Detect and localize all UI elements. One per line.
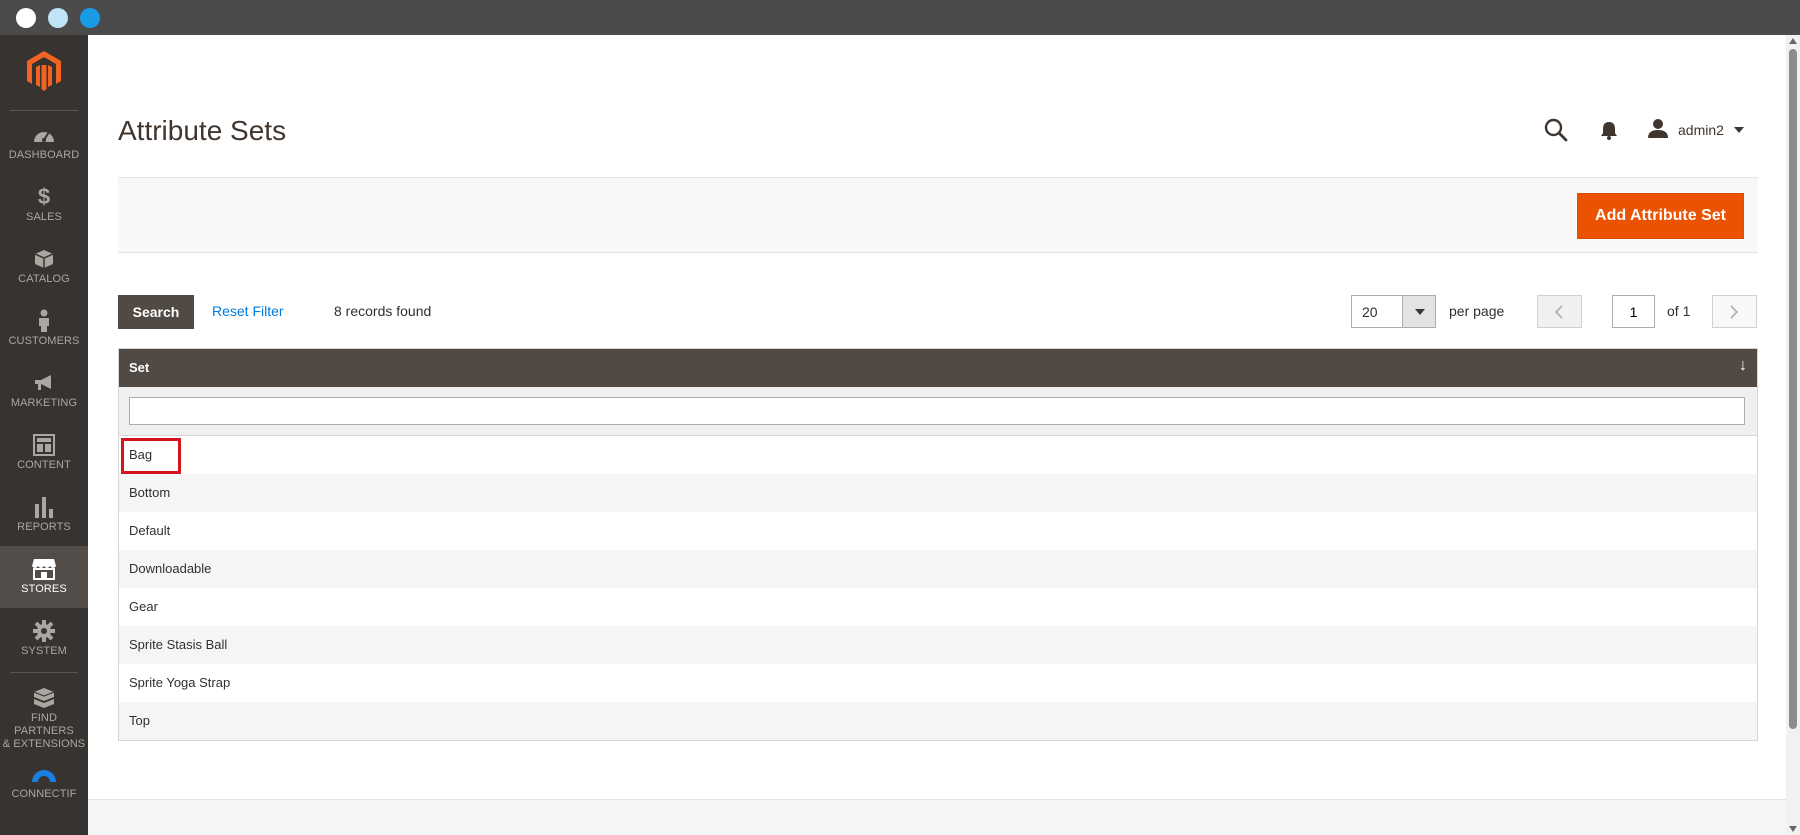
main-content: Attribute Sets admin2 Add Attribute Set … <box>88 35 1786 835</box>
reset-filter-link[interactable]: Reset Filter <box>212 303 284 319</box>
admin-sidebar: DASHBOARD $ SALES CATALOG CUSTOMERS MARK… <box>0 35 88 835</box>
window-minimize-button[interactable] <box>48 8 68 28</box>
records-count: 8 records found <box>334 303 432 319</box>
search-icon[interactable] <box>1543 117 1569 143</box>
megaphone-icon <box>0 371 88 395</box>
total-pages: of 1 <box>1667 303 1691 319</box>
set-name: Bottom <box>129 485 171 500</box>
sidebar-item-reports[interactable]: REPORTS <box>0 484 88 546</box>
sidebar-item-find-partners[interactable]: FIND PARTNERS & EXTENSIONS <box>0 675 88 751</box>
sidebar-item-dashboard[interactable]: DASHBOARD <box>0 112 88 174</box>
set-name: Sprite Stasis Ball <box>129 637 228 652</box>
add-attribute-set-button[interactable]: Add Attribute Set <box>1577 193 1744 239</box>
table-row[interactable]: Default <box>119 512 1757 550</box>
grid-header[interactable]: Set ↓ <box>119 349 1757 387</box>
chevron-left-icon <box>1554 305 1563 319</box>
chevron-right-icon <box>1730 305 1739 319</box>
attribute-sets-grid: Set ↓ Bag Bottom Default Downloadable Ge… <box>118 348 1758 741</box>
sidebar-item-label: SALES <box>26 211 62 223</box>
box-icon <box>0 247 88 271</box>
sidebar-item-label: STORES <box>21 583 67 595</box>
table-row[interactable]: Bottom <box>119 474 1757 512</box>
table-row[interactable]: Top <box>119 702 1757 740</box>
sidebar-item-label: CONNECTIF <box>11 788 77 800</box>
sidebar-divider <box>10 110 78 111</box>
column-header-set[interactable]: Set <box>129 360 149 375</box>
window-maximize-button[interactable] <box>80 8 100 28</box>
table-row[interactable]: Sprite Yoga Strap <box>119 664 1757 702</box>
set-name: Bag <box>129 447 153 462</box>
vertical-scrollbar[interactable] <box>1786 35 1800 835</box>
set-name: Default <box>129 523 171 538</box>
storefront-icon <box>0 557 88 581</box>
scroll-up-arrow-icon[interactable] <box>1789 38 1797 44</box>
filter-row <box>119 387 1757 436</box>
sort-arrow-icon[interactable]: ↓ <box>1739 357 1747 375</box>
page-title: Attribute Sets <box>118 115 287 146</box>
person-icon <box>0 309 88 333</box>
window-titlebar <box>0 0 1800 35</box>
chevron-down-icon[interactable] <box>1402 296 1435 327</box>
sidebar-item-label: CATALOG <box>18 273 70 285</box>
window-close-button[interactable] <box>16 8 36 28</box>
bell-icon[interactable] <box>1598 119 1620 141</box>
previous-page-button[interactable] <box>1537 295 1582 328</box>
search-button[interactable]: Search <box>118 295 194 329</box>
set-name: Gear <box>129 599 158 614</box>
gear-icon <box>0 619 88 643</box>
sidebar-item-label: REPORTS <box>17 521 71 533</box>
table-row[interactable]: Sprite Stasis Ball <box>119 626 1757 664</box>
connectif-icon <box>0 762 88 786</box>
dollar-icon: $ <box>37 184 51 209</box>
sidebar-item-connectif[interactable]: CONNECTIF <box>0 751 88 813</box>
cubes-icon <box>0 686 88 710</box>
sidebar-divider <box>10 672 78 673</box>
magento-logo-icon[interactable] <box>24 49 64 93</box>
set-name: Sprite Yoga Strap <box>129 675 231 690</box>
per-page-label: per page <box>1449 303 1505 319</box>
set-filter-input[interactable] <box>129 397 1745 425</box>
layout-icon <box>0 433 88 457</box>
scrollbar-thumb[interactable] <box>1789 49 1797 729</box>
table-row[interactable]: Downloadable <box>119 550 1757 588</box>
next-page-button[interactable] <box>1712 295 1757 328</box>
table-row[interactable]: Gear <box>119 588 1757 626</box>
user-menu[interactable]: admin2 <box>1648 115 1744 145</box>
grid-body: Bag Bottom Default Downloadable Gear Spr… <box>119 436 1757 740</box>
chevron-down-icon <box>1733 127 1744 133</box>
user-icon <box>1648 118 1668 143</box>
bar-chart-icon <box>0 495 88 519</box>
sidebar-item-label: CONTENT <box>17 459 71 471</box>
page-number-input[interactable] <box>1612 295 1655 328</box>
set-name: Top <box>129 713 150 728</box>
per-page-select[interactable]: 20 <box>1351 295 1436 328</box>
sidebar-item-label: SYSTEM <box>21 645 67 657</box>
user-name: admin2 <box>1678 122 1724 138</box>
sidebar-item-label: FIND PARTNERS & EXTENSIONS <box>2 712 86 750</box>
sidebar-item-stores[interactable]: STORES <box>0 546 88 608</box>
table-row[interactable]: Bag <box>119 436 1757 474</box>
sidebar-item-label: DASHBOARD <box>8 149 80 161</box>
grid-toolbar: Search Reset Filter 8 records found 20 p… <box>118 295 1758 329</box>
page-footer <box>88 799 1786 835</box>
per-page-value: 20 <box>1362 304 1378 320</box>
sidebar-item-sales[interactable]: $ SALES <box>0 174 88 236</box>
sidebar-item-customers[interactable]: CUSTOMERS <box>0 298 88 360</box>
sidebar-item-system[interactable]: SYSTEM <box>0 608 88 670</box>
speedometer-icon <box>0 123 88 147</box>
sidebar-item-content[interactable]: CONTENT <box>0 422 88 484</box>
sidebar-item-marketing[interactable]: MARKETING <box>0 360 88 422</box>
set-name: Downloadable <box>129 561 212 576</box>
sidebar-item-catalog[interactable]: CATALOG <box>0 236 88 298</box>
page-actions-bar: Add Attribute Set <box>118 177 1758 253</box>
sidebar-item-label: CUSTOMERS <box>8 335 80 347</box>
sidebar-item-label: MARKETING <box>10 397 78 409</box>
scroll-down-arrow-icon[interactable] <box>1789 826 1797 832</box>
